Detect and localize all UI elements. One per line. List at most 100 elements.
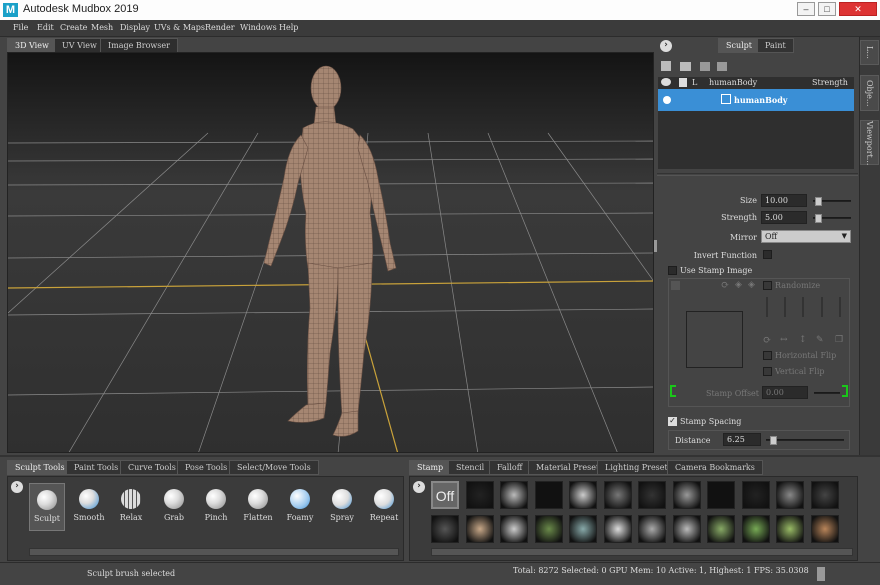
stamp-thumbnail[interactable] <box>638 515 666 543</box>
stamp-offset-slider[interactable] <box>814 392 840 394</box>
tab-camera-bookmarks[interactable]: Camera Bookmarks <box>667 460 763 475</box>
stamp-thumbnail[interactable] <box>603 481 632 509</box>
stamp-thumbnail[interactable] <box>707 515 735 543</box>
stamp-spacing-checkbox[interactable]: ✓ <box>668 417 677 426</box>
strength-slider[interactable] <box>813 214 851 223</box>
stamp-thumbnail[interactable] <box>776 481 804 509</box>
3d-viewport[interactable] <box>7 52 654 453</box>
strength-slider-knob[interactable] <box>814 214 822 223</box>
stamp-thumbnail[interactable] <box>638 481 666 509</box>
tool-relax[interactable]: Relax <box>113 483 149 531</box>
tool-flatten[interactable]: Flatten <box>240 483 276 531</box>
panel-splitter[interactable] <box>657 173 858 176</box>
side-tab-layers[interactable]: L... <box>860 40 879 65</box>
tab-sculpt[interactable]: Sculpt <box>718 38 761 53</box>
bottom-splitter[interactable] <box>0 455 880 457</box>
stamp-thumbnail[interactable] <box>810 481 839 509</box>
close-button[interactable]: ✕ <box>839 2 877 16</box>
stamp-thumbnail[interactable] <box>707 481 735 509</box>
size-slider[interactable] <box>813 197 851 206</box>
lock-icon[interactable] <box>679 78 687 87</box>
tab-sculpt-tools[interactable]: Sculpt Tools <box>7 460 73 475</box>
menu-render[interactable]: Render <box>205 23 235 32</box>
random-slider-3[interactable] <box>802 297 804 317</box>
menu-uvs-maps[interactable]: UVs & Maps <box>154 23 205 32</box>
layer-row-humanbody[interactable]: humanBody <box>658 89 854 111</box>
stamp-preview[interactable] <box>686 311 743 368</box>
tab-curve-tools[interactable]: Curve Tools <box>120 460 184 475</box>
invert-function-checkbox[interactable] <box>763 250 772 259</box>
stamp-thumbnail[interactable] <box>672 481 701 509</box>
tab-paint[interactable]: Paint <box>757 38 794 53</box>
stamps-scrollbar[interactable] <box>431 548 853 556</box>
minimize-button[interactable]: – <box>797 2 815 16</box>
mirror-dropdown[interactable]: Off ▼ <box>761 230 851 243</box>
stamp-offset-field[interactable]: 0.00 <box>762 386 808 399</box>
tab-stencil[interactable]: Stencil <box>448 460 493 475</box>
menu-windows[interactable]: Windows <box>240 23 277 32</box>
distance-slider[interactable] <box>766 436 844 445</box>
delete-icon[interactable] <box>717 62 727 71</box>
distance-field[interactable]: 6.25 <box>723 433 761 446</box>
tool-spray[interactable]: Spray <box>324 483 360 531</box>
duplicate-icon[interactable] <box>700 62 710 71</box>
tool-repeat[interactable]: Repeat <box>366 483 402 531</box>
use-stamp-checkbox[interactable] <box>668 266 677 275</box>
stamp-thumbnail[interactable] <box>431 515 459 543</box>
tool-foamy[interactable]: Foamy <box>282 483 318 531</box>
horizontal-flip-checkbox[interactable] <box>763 351 772 360</box>
stamp-tray-expand-button[interactable]: › <box>413 481 425 493</box>
stamp-thumbnail[interactable] <box>810 515 839 543</box>
side-tab-viewport-filters[interactable]: Viewport... <box>860 120 879 165</box>
expand-panel-button[interactable]: › <box>660 40 672 52</box>
tab-paint-tools[interactable]: Paint Tools <box>66 460 127 475</box>
stamp-thumbnail[interactable] <box>776 515 804 543</box>
size-field[interactable]: 10.00 <box>761 194 807 207</box>
tab-stamp[interactable]: Stamp <box>409 460 452 475</box>
tab-select-move-tools[interactable]: Select/Move Tools <box>229 460 319 475</box>
stamp-thumbnail[interactable] <box>569 515 597 543</box>
menu-edit[interactable]: Edit <box>37 23 54 32</box>
tools-scrollbar[interactable] <box>29 548 399 556</box>
menu-help[interactable]: Help <box>279 23 298 32</box>
stamp-thumbnail[interactable] <box>569 481 597 509</box>
tray-expand-button[interactable]: › <box>11 481 23 493</box>
random-slider-1[interactable] <box>766 297 768 317</box>
tool-pinch[interactable]: Pinch <box>198 483 234 531</box>
tool-grab[interactable]: Grab <box>156 483 192 531</box>
tab-pose-tools[interactable]: Pose Tools <box>177 460 236 475</box>
tab-3d-view[interactable]: 3D View <box>7 38 57 52</box>
size-slider-knob[interactable] <box>814 197 822 206</box>
tab-image-browser[interactable]: Image Browser <box>100 38 178 52</box>
menu-mesh[interactable]: Mesh <box>91 23 113 32</box>
side-tab-object-list[interactable]: Obje... <box>860 75 879 111</box>
stamp-thumbnail[interactable] <box>465 481 494 509</box>
stamp-thumbnail[interactable] <box>500 515 528 543</box>
visible-dot-icon[interactable] <box>663 96 671 104</box>
strength-field[interactable]: 5.00 <box>761 211 807 224</box>
tab-falloff[interactable]: Falloff <box>489 460 531 475</box>
tab-uv-view[interactable]: UV View <box>54 38 105 52</box>
random-slider-4[interactable] <box>821 297 823 317</box>
vertical-flip-checkbox[interactable] <box>763 367 772 376</box>
human-body-mesh[interactable] <box>263 65 397 437</box>
stamp-thumbnail[interactable] <box>603 515 632 543</box>
layers-icon[interactable] <box>661 61 671 71</box>
visibility-icon[interactable] <box>661 78 671 86</box>
stamp-thumbnail[interactable] <box>672 515 701 543</box>
maximize-button[interactable]: □ <box>818 2 836 16</box>
menu-create[interactable]: Create <box>60 23 87 32</box>
stamp-thumbnail[interactable] <box>741 515 770 543</box>
tool-sculpt[interactable]: Sculpt <box>29 483 65 531</box>
random-slider-5[interactable] <box>839 297 841 317</box>
tool-smooth[interactable]: Smooth <box>71 483 107 531</box>
randomize-checkbox[interactable] <box>763 281 772 290</box>
stamp-thumbnail[interactable] <box>534 515 563 543</box>
stamp-thumbnail[interactable] <box>741 481 770 509</box>
menu-display[interactable]: Display <box>120 23 150 32</box>
folder-icon[interactable] <box>680 62 691 71</box>
stamp-thumbnail[interactable] <box>500 481 528 509</box>
stamp-thumbnail[interactable] <box>534 481 563 509</box>
stamp-thumbnail[interactable] <box>465 515 494 543</box>
random-slider-2[interactable] <box>784 297 786 317</box>
